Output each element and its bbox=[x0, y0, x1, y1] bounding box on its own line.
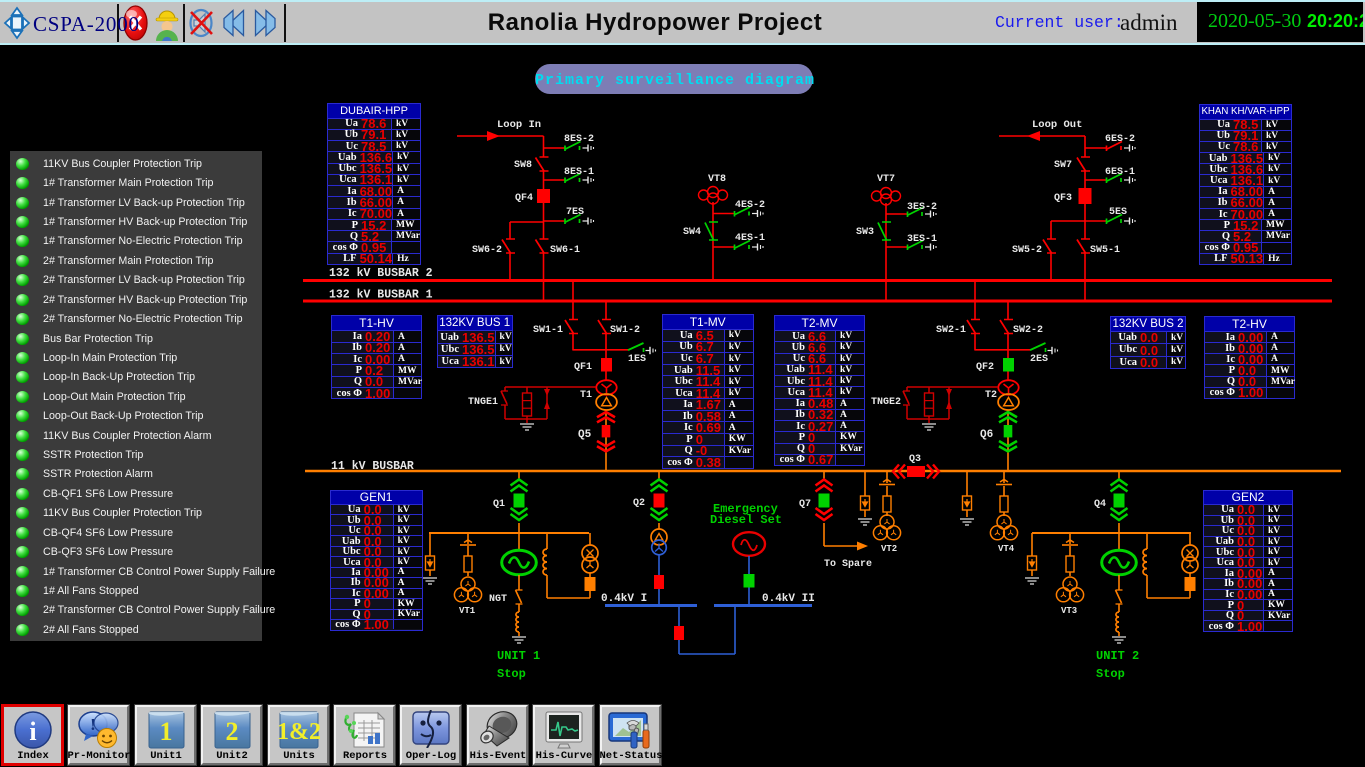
svg-text:2: 2 bbox=[225, 717, 238, 746]
svg-text:SW5-1: SW5-1 bbox=[1090, 245, 1120, 256]
svg-text:Q2: Q2 bbox=[633, 498, 645, 509]
svg-text:0.4kV II: 0.4kV II bbox=[762, 593, 815, 605]
svg-text:Loop In: Loop In bbox=[497, 119, 541, 131]
svg-text:3ES-2: 3ES-2 bbox=[907, 202, 937, 213]
svg-text:Q1: Q1 bbox=[493, 499, 505, 510]
svg-text:6ES-2: 6ES-2 bbox=[1105, 134, 1135, 145]
svg-text:SW2-1: SW2-1 bbox=[936, 325, 966, 336]
svg-text:2ES: 2ES bbox=[1030, 354, 1048, 365]
svg-text:!: ! bbox=[90, 715, 96, 734]
svg-text:4ES-2: 4ES-2 bbox=[735, 200, 765, 211]
svg-text:SW8: SW8 bbox=[514, 160, 532, 171]
svg-text:QF2: QF2 bbox=[976, 362, 994, 373]
svg-text:Stop: Stop bbox=[497, 667, 526, 681]
svg-text:SW1-2: SW1-2 bbox=[610, 325, 640, 336]
svg-text:To Spare: To Spare bbox=[824, 559, 872, 570]
svg-text:VT2: VT2 bbox=[881, 544, 897, 554]
svg-text:0.4kV I: 0.4kV I bbox=[601, 593, 647, 605]
svg-text:NGT: NGT bbox=[489, 594, 507, 605]
svg-text:132 kV BUSBAR 1: 132 kV BUSBAR 1 bbox=[329, 289, 433, 302]
svg-text:11 kV BUSBAR: 11 kV BUSBAR bbox=[331, 460, 414, 473]
svg-text:8ES-1: 8ES-1 bbox=[564, 167, 594, 178]
svg-text:SW6-1: SW6-1 bbox=[550, 245, 580, 256]
svg-text:Q3: Q3 bbox=[909, 454, 921, 465]
svg-text:4ES-1: 4ES-1 bbox=[735, 233, 765, 244]
svg-text:7ES: 7ES bbox=[566, 207, 584, 218]
svg-text:132 kV BUSBAR 2: 132 kV BUSBAR 2 bbox=[329, 267, 433, 280]
svg-text:Q7: Q7 bbox=[799, 499, 811, 510]
svg-text:SW6-2: SW6-2 bbox=[472, 245, 502, 256]
svg-text:Diesel Set: Diesel Set bbox=[710, 513, 782, 527]
svg-text:TNGE1: TNGE1 bbox=[468, 397, 498, 408]
svg-text:Q4: Q4 bbox=[1094, 499, 1106, 510]
svg-text:SW5-2: SW5-2 bbox=[1012, 245, 1042, 256]
svg-text:SW7: SW7 bbox=[1054, 160, 1072, 171]
svg-text:3ES-1: 3ES-1 bbox=[907, 234, 937, 245]
svg-text:SW4: SW4 bbox=[683, 227, 701, 238]
svg-text:5ES: 5ES bbox=[1109, 207, 1127, 218]
svg-text:T1: T1 bbox=[580, 390, 592, 401]
svg-text:VT8: VT8 bbox=[708, 174, 726, 185]
svg-text:8ES-2: 8ES-2 bbox=[564, 134, 594, 145]
svg-text:1&2: 1&2 bbox=[278, 719, 320, 745]
svg-text:Q6: Q6 bbox=[980, 429, 993, 441]
svg-text:Q5: Q5 bbox=[578, 429, 592, 441]
svg-text:1: 1 bbox=[159, 717, 172, 746]
svg-text:VT4: VT4 bbox=[998, 544, 1015, 554]
svg-text:SW1-1: SW1-1 bbox=[533, 325, 563, 336]
svg-text:QF4: QF4 bbox=[515, 193, 533, 204]
svg-text:Stop: Stop bbox=[1096, 667, 1125, 681]
svg-text:UNIT 2: UNIT 2 bbox=[1096, 649, 1139, 663]
svg-text:TNGE2: TNGE2 bbox=[871, 397, 901, 408]
svg-text:i: i bbox=[29, 717, 36, 746]
svg-text:SW2-2: SW2-2 bbox=[1013, 325, 1043, 336]
svg-text:UNIT 1: UNIT 1 bbox=[497, 649, 540, 663]
svg-text:T2: T2 bbox=[985, 390, 997, 401]
svg-text:VT1: VT1 bbox=[459, 606, 476, 616]
svg-text:QF1: QF1 bbox=[574, 362, 592, 373]
svg-text:6ES-1: 6ES-1 bbox=[1105, 167, 1135, 178]
svg-text:VT3: VT3 bbox=[1061, 606, 1077, 616]
svg-text:1ES: 1ES bbox=[628, 354, 646, 365]
svg-text:QF3: QF3 bbox=[1054, 193, 1072, 204]
svg-text:Loop Out: Loop Out bbox=[1032, 119, 1082, 131]
svg-text:SW3: SW3 bbox=[856, 227, 874, 238]
svg-text:VT7: VT7 bbox=[877, 174, 895, 185]
